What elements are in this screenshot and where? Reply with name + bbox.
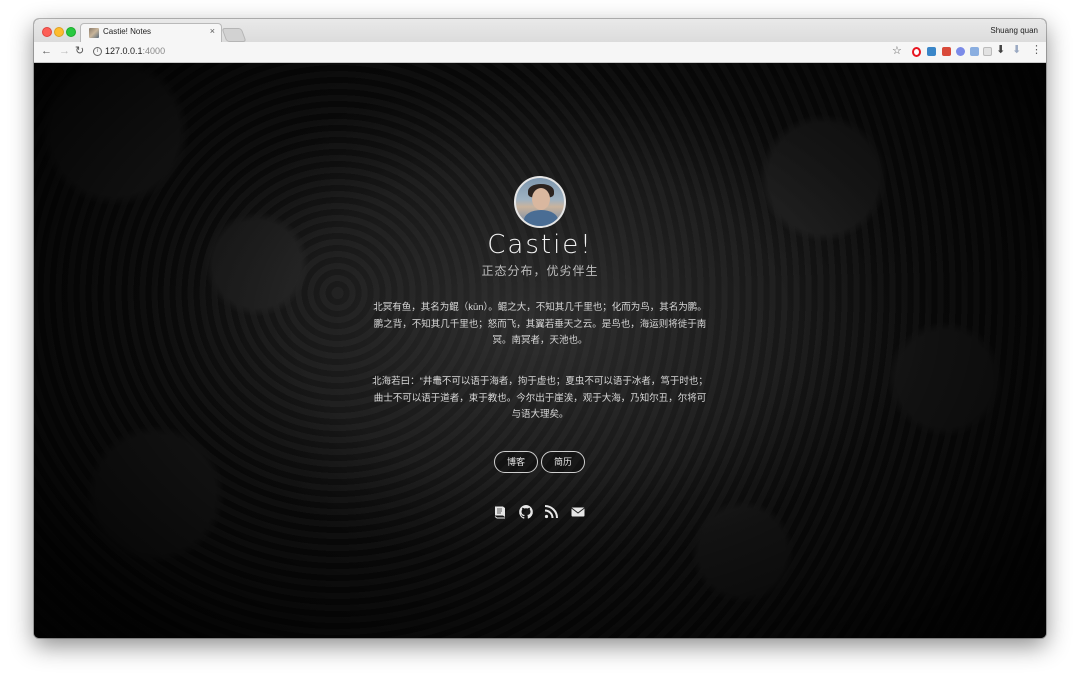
back-icon[interactable]: ← — [41, 45, 52, 57]
extension-icon[interactable] — [970, 47, 979, 56]
intro-paragraph: 北冥有鱼，其名为鲲（kūn）。鲲之大，不知其几千里也；化而为鸟，其名为鹏。鹏之背… — [373, 302, 707, 346]
bookmark-star-icon[interactable]: ☆ — [892, 45, 902, 57]
rss-icon[interactable] — [543, 504, 559, 520]
avatar-shirt — [524, 210, 558, 226]
favicon-icon — [89, 28, 99, 38]
browser-window: Castie! Notes × Shuang quan ← → ↻ i 127.… — [34, 19, 1046, 638]
menu-icon[interactable]: ⋮ — [1031, 44, 1042, 56]
url-host: 127.0.0.1 — [105, 46, 143, 56]
extension-icon[interactable] — [983, 47, 992, 56]
mail-icon[interactable] — [570, 504, 586, 520]
browser-toolbar: ← → ↻ i 127.0.0.1:4000 ☆ ⬇ ⬇ ⋮ — [34, 42, 1046, 63]
maximize-window-button[interactable] — [66, 27, 76, 37]
forward-icon[interactable]: → — [59, 45, 70, 57]
tab-title: Castie! Notes — [103, 27, 152, 36]
book-icon[interactable] — [492, 504, 508, 520]
new-tab-button[interactable] — [221, 28, 247, 42]
download-icon[interactable]: ⬇ — [996, 44, 1005, 56]
blog-button[interactable]: 博客 — [494, 451, 538, 473]
profile-name[interactable]: Shuang quan — [990, 26, 1038, 35]
download-extension-icon[interactable]: ⬇ — [1012, 44, 1021, 56]
address-bar[interactable]: i 127.0.0.1:4000 — [90, 45, 910, 58]
extension-icon[interactable] — [956, 47, 965, 56]
hero-content: Castie! 正态分布，优劣伴生 北冥有鱼，其名为鲲（kūn）。鲲之大，不知其… — [34, 63, 1046, 638]
url-text[interactable]: 127.0.0.1:4000 — [105, 46, 165, 56]
opera-extension-icon[interactable] — [912, 47, 921, 57]
site-subtitle: 正态分布，优劣伴生 — [481, 264, 599, 278]
tab-castie-notes[interactable]: Castie! Notes × — [80, 23, 222, 43]
avatar-face — [532, 188, 550, 210]
close-window-button[interactable] — [42, 27, 52, 37]
extension-icon[interactable] — [942, 47, 951, 56]
minimize-window-button[interactable] — [54, 27, 64, 37]
github-icon[interactable] — [518, 504, 534, 520]
extension-icon[interactable] — [927, 47, 936, 56]
avatar — [514, 176, 566, 228]
tab-strip: Castie! Notes × Shuang quan — [34, 19, 1046, 43]
site-title: Castie! — [487, 230, 593, 260]
resume-button[interactable]: 简历 — [541, 451, 585, 473]
tab-close-icon[interactable]: × — [210, 26, 215, 36]
reload-icon[interactable]: ↻ — [75, 45, 84, 57]
url-port: :4000 — [142, 46, 166, 56]
intro-paragraph: 北海若曰：“井鼃不可以语于海者，拘于虚也；夏虫不可以语于冰者，笃于时也；曲士不可… — [372, 376, 708, 420]
info-icon[interactable]: i — [93, 47, 102, 56]
page-background: Castie! 正态分布，优劣伴生 北冥有鱼，其名为鲲（kūn）。鲲之大，不知其… — [34, 63, 1046, 638]
